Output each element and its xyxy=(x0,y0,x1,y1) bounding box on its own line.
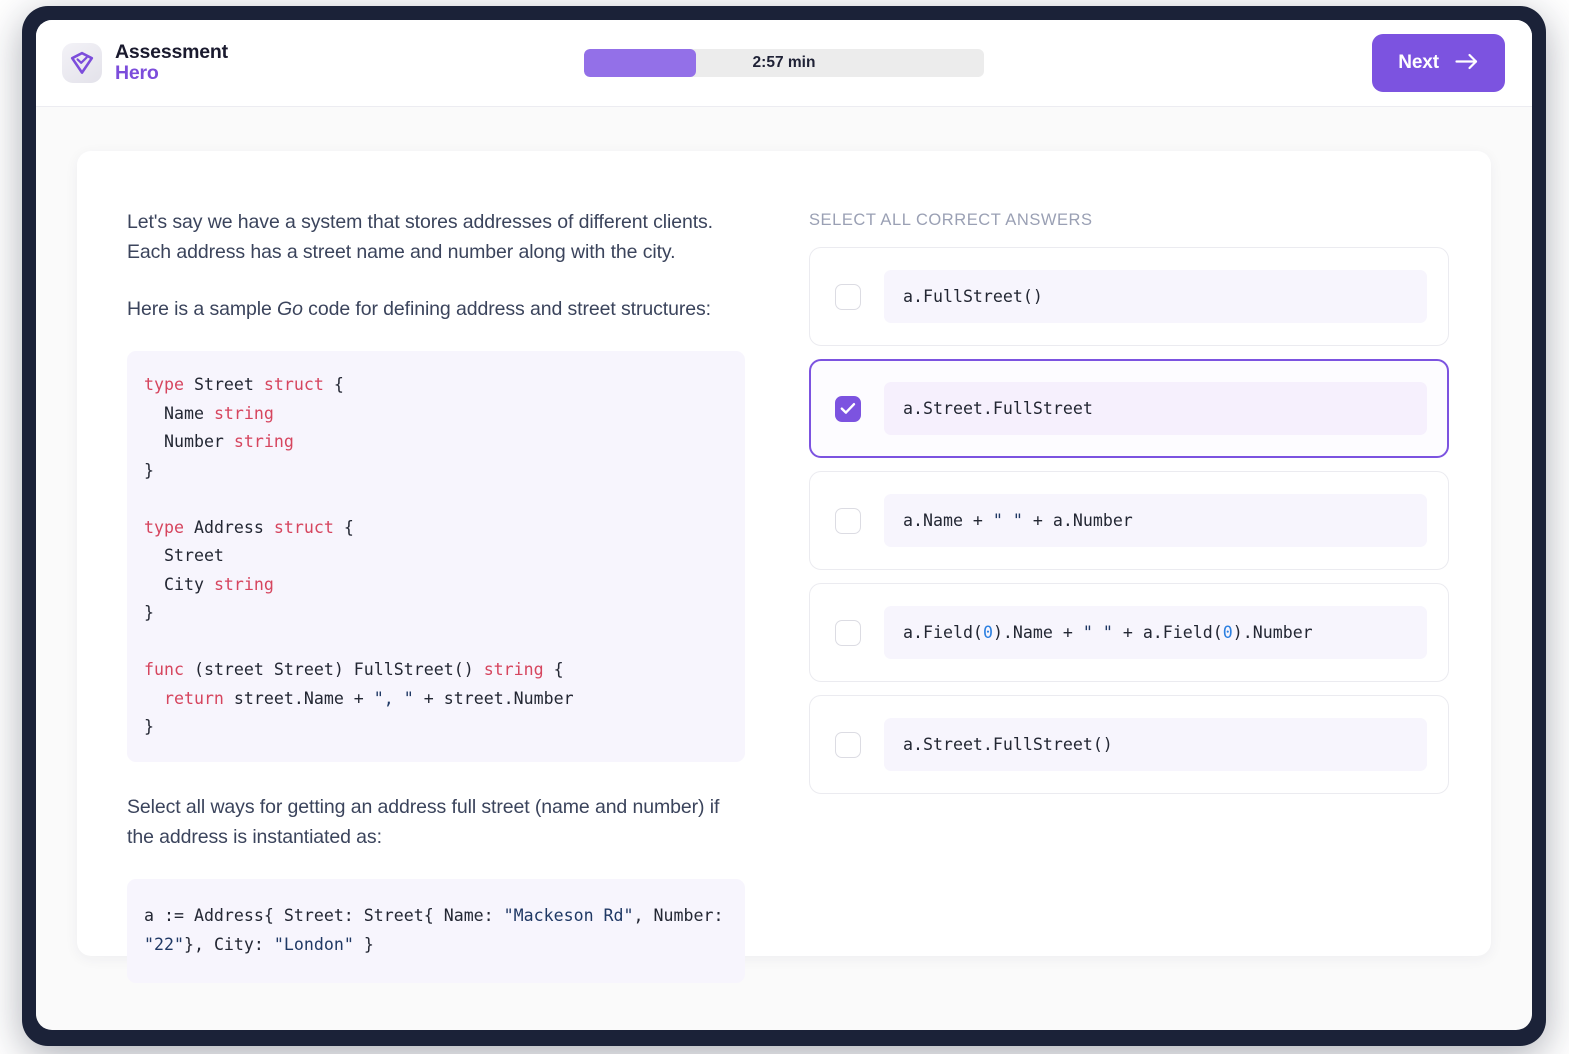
checkbox-checked-icon[interactable] xyxy=(835,395,861,422)
next-question-button[interactable]: Next xyxy=(1372,34,1505,92)
answer-option-5[interactable]: a.Street.FullStreet() xyxy=(809,695,1449,794)
brand-wordmark: Assessment Hero xyxy=(115,40,228,84)
arrow-right-icon xyxy=(1455,53,1479,73)
app-viewport: Assessment Hero 2:57 min Next Let's say … xyxy=(36,20,1532,1030)
brand-name-secondary: Hero xyxy=(115,62,159,84)
answers-column: SELECT ALL CORRECT ANSWERS a.FullStreet(… xyxy=(809,207,1449,983)
go-struct-code-block: type Street struct { Name string Number … xyxy=(127,351,745,762)
brand-logo-group[interactable]: Assessment Hero xyxy=(62,40,228,84)
brand-name-primary: Assessment xyxy=(115,40,228,63)
answer-option-code-2: a.Street.FullStreet xyxy=(884,382,1427,435)
answer-option-code-1: a.FullStreet() xyxy=(884,270,1427,323)
answer-option-code-5: a.Street.FullStreet() xyxy=(884,718,1427,771)
app-header: Assessment Hero 2:57 min Next xyxy=(36,20,1532,107)
timer-remaining-label: 2:57 min xyxy=(752,54,816,71)
next-button-label: Next xyxy=(1398,52,1439,73)
question-paragraph-2: Here is a sample Go code for defining ad… xyxy=(127,294,745,324)
answer-option-2[interactable]: a.Street.FullStreet xyxy=(809,359,1449,458)
paragraph-2-text-after: code for defining address and street str… xyxy=(302,298,711,321)
question-paragraph-3: Select all ways for getting an address f… xyxy=(127,795,720,848)
shield-check-icon xyxy=(62,43,102,83)
go-instantiation-code-block: a := Address{ Street: Street{ Name: "Mac… xyxy=(127,878,745,984)
answer-option-1[interactable]: a.FullStreet() xyxy=(809,247,1449,346)
answer-options-list: a.FullStreet() a.Street.FullStreet a.Name … xyxy=(809,247,1449,794)
question-prompt-column: Let's say we have a system that stores a… xyxy=(127,207,745,984)
quiz-timer-progressbar: 2:57 min xyxy=(584,49,984,77)
question-card: Let's say we have a system that stores a… xyxy=(77,151,1491,984)
answer-option-3[interactable]: a.Name + " " + a.Number xyxy=(809,471,1449,570)
checkbox-unchecked-icon[interactable] xyxy=(835,731,861,758)
go-language-emphasis: Go xyxy=(277,298,303,321)
question-card-body: Let's say we have a system that stores a… xyxy=(77,151,1491,984)
checkbox-unchecked-icon[interactable] xyxy=(835,507,861,534)
paragraph-2-text-before: Here is a sample xyxy=(127,298,278,321)
answer-option-code-4: a.Field(0).Name + " " + a.Field(0).Numbe… xyxy=(884,606,1427,659)
checkbox-unchecked-icon[interactable] xyxy=(835,619,861,646)
question-paragraph-1: Let's say we have a system that stores a… xyxy=(127,211,713,264)
answers-heading: SELECT ALL CORRECT ANSWERS xyxy=(809,211,1093,229)
answer-option-code-3: a.Name + " " + a.Number xyxy=(884,494,1427,547)
browser-window-frame: Assessment Hero 2:57 min Next Let's say … xyxy=(22,6,1546,1046)
answer-option-4[interactable]: a.Field(0).Name + " " + a.Field(0).Numbe… xyxy=(809,583,1449,682)
checkbox-unchecked-icon[interactable] xyxy=(835,283,861,310)
